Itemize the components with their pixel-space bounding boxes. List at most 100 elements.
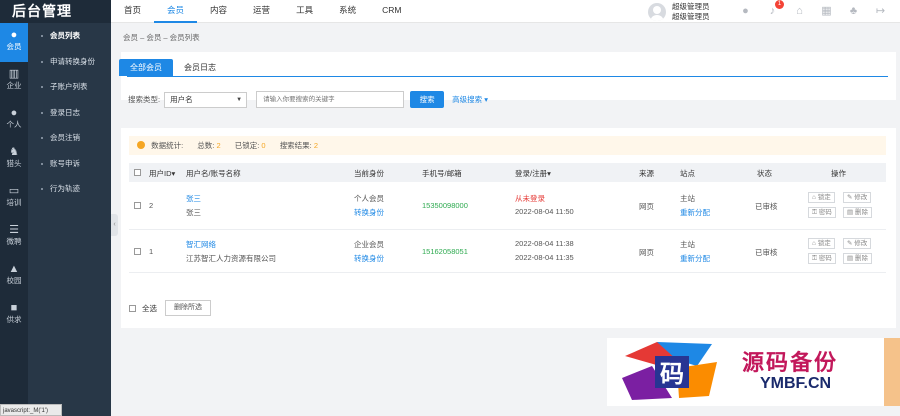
cell-identity: 个人会员 <box>354 194 384 203</box>
topnav-system[interactable]: 系统 <box>326 0 369 23</box>
table-row: 1 智汇网络 江苏智汇人力资源有限公司 企业会员 转换身份 1516205805… <box>129 230 886 273</box>
cell-status: 已审核 <box>755 248 778 257</box>
topnav-member[interactable]: 会员 <box>154 0 198 23</box>
graduation-icon: ▲ <box>8 263 20 275</box>
col-user-id-label: 用户ID <box>149 169 172 178</box>
search-type-select[interactable]: 用户名 ▼ <box>164 91 248 108</box>
edit-button[interactable]: ✎ 修改 <box>843 238 872 249</box>
tab-underline <box>127 76 888 77</box>
home-icon[interactable]: ⌂ <box>792 4 807 19</box>
cell-source: 网页 <box>639 202 654 211</box>
sort-icon: ▾ <box>171 169 176 178</box>
sidebar-item-wechat-hire[interactable]: ☰ 微聘 <box>0 218 28 257</box>
reassign-link[interactable]: 重新分配 <box>680 207 710 218</box>
lock-button[interactable]: ⌂ 锁定 <box>808 238 835 249</box>
cell-username-link[interactable]: 智汇网络 <box>186 239 216 250</box>
topnav-crm[interactable]: CRM <box>369 0 414 23</box>
col-username: 用户名/账号名称 <box>186 169 241 178</box>
user-names: 超级管理员 超级管理员 <box>672 2 710 22</box>
sidebar-item-supply[interactable]: ■ 供求 <box>0 296 28 335</box>
delete-selected-button[interactable]: 删除所选 <box>165 300 211 316</box>
subnav-behavior[interactable]: 行为轨迹 <box>28 176 111 202</box>
search-button[interactable]: 搜索 <box>410 91 445 108</box>
avatar[interactable] <box>648 3 666 21</box>
col-user-id[interactable]: 用户ID▾ <box>149 168 175 179</box>
select-all-checkbox[interactable] <box>129 304 136 312</box>
col-actions: 操作 <box>831 169 846 178</box>
select-all-checkbox-header[interactable] <box>134 169 141 176</box>
advanced-search-link[interactable]: 高级搜索 ▾ <box>452 94 488 105</box>
password-button[interactable]: ⚿ 密码 <box>808 207 836 218</box>
browser-status-bar: javascript:_M('1') <box>0 404 62 416</box>
lock-button[interactable]: ⌂ 锁定 <box>808 192 835 203</box>
topnav-operation[interactable]: 运营 <box>240 0 283 23</box>
col-login-label: 登录/注册 <box>515 169 548 178</box>
topnav-tools[interactable]: 工具 <box>283 0 326 23</box>
sidebar-item-member[interactable]: ● 会员 <box>0 23 28 62</box>
switch-identity-link[interactable]: 转换身份 <box>354 207 384 218</box>
search-row: 搜索类型: 用户名 ▼ 搜索 高级搜索 ▾ <box>128 91 488 108</box>
breadcrumb: 会员 – 会员 – 会员列表 <box>123 33 200 42</box>
tool-icon[interactable]: ♣ <box>846 4 861 19</box>
subnav-member-list[interactable]: 会员列表 <box>28 23 111 49</box>
topnav-home[interactable]: 首页 <box>111 0 154 23</box>
brand-title: 后台管理 <box>0 0 111 23</box>
sidebar-item-person[interactable]: ● 个人 <box>0 101 28 140</box>
stats-total-label: 总数: <box>197 141 215 150</box>
search-input[interactable] <box>256 91 405 108</box>
subnav-login-log[interactable]: 登录日志 <box>28 100 111 126</box>
stats-bar: 数据统计: 总数: 2 已锁定: 0 搜索结果: 2 <box>129 136 886 155</box>
watermark-url: YMBF.CN <box>760 375 832 392</box>
switch-identity-link[interactable]: 转换身份 <box>354 253 384 264</box>
tab-all-members[interactable]: 全部会员 <box>119 59 173 76</box>
sidebar-item-headhunter[interactable]: ♞ 猎头 <box>0 140 28 179</box>
reassign-link[interactable]: 重新分配 <box>680 253 710 264</box>
col-login[interactable]: 登录/注册▾ <box>515 168 551 179</box>
stack-icon: ☰ <box>9 224 19 236</box>
sidebar-item-label: 供求 <box>6 315 22 324</box>
cell-login: 2022-08-04 11:38 <box>515 239 574 248</box>
stats-label: 数据统计: <box>151 141 184 150</box>
subnav-appeal[interactable]: 账号申诉 <box>28 151 111 177</box>
tab-member-log[interactable]: 会员日志 <box>173 59 227 76</box>
delete-button[interactable]: ▤ 删除 <box>843 253 872 264</box>
row-checkbox[interactable] <box>134 202 141 209</box>
headhunter-icon: ♞ <box>9 146 19 158</box>
sidebar-item-label: 企业 <box>6 81 22 90</box>
subnav-sub-accounts[interactable]: 子账户列表 <box>28 74 111 100</box>
cell-site: 主站 <box>680 240 695 249</box>
table-footer: 全选 删除所选 <box>129 300 211 316</box>
trash-icon: ▤ <box>847 255 854 262</box>
user-menu[interactable]: 超级管理员 超级管理员 <box>648 2 710 22</box>
pencil-icon: ✎ <box>847 240 853 247</box>
table-row: 2 张三 张三 个人会员 转换身份 15350098000 从未登录 2022-… <box>129 182 886 230</box>
sidebar-item-company[interactable]: ▥ 企业 <box>0 62 28 101</box>
search-type-label: 搜索类型: <box>128 95 161 104</box>
user-name-line2: 超级管理员 <box>672 12 710 21</box>
icon-sidebar: ● 会员 ▥ 企业 ● 个人 ♞ 猎头 ▭ 培训 ☰ 微聘 ▲ 校园 ■ 供求 <box>0 23 28 416</box>
delete-button[interactable]: ▤ 删除 <box>843 207 872 218</box>
logout-icon[interactable]: ↦ <box>873 4 888 19</box>
bell-icon[interactable]: ♪ 1 <box>765 0 784 19</box>
pie-chart-icon <box>137 141 145 149</box>
chevron-down-icon: ▼ <box>236 96 243 103</box>
edit-label: 修改 <box>854 194 868 201</box>
password-button[interactable]: ⚿ 密码 <box>808 253 836 264</box>
row-checkbox[interactable] <box>134 248 141 255</box>
subnav-apply-switch[interactable]: 申请转换身份 <box>28 49 111 75</box>
person-icon: ● <box>10 107 18 119</box>
key-icon: ⚿ <box>812 255 817 262</box>
message-icon[interactable]: ● <box>738 4 753 19</box>
cell-user-id: 2 <box>149 201 154 210</box>
sidebar-item-campus[interactable]: ▲ 校园 <box>0 257 28 296</box>
topnav-content[interactable]: 内容 <box>197 0 240 23</box>
grid-icon[interactable]: ▦ <box>819 4 834 19</box>
edit-label: 修改 <box>854 240 868 247</box>
cell-username-link[interactable]: 张三 <box>186 193 201 204</box>
sidebar-item-training[interactable]: ▭ 培训 <box>0 179 28 218</box>
watermark-edge <box>884 338 900 406</box>
subnav-member-cancel[interactable]: 会员注销 <box>28 125 111 151</box>
cell-source: 网页 <box>639 248 654 257</box>
edit-button[interactable]: ✎ 修改 <box>843 192 872 203</box>
search-type-value: 用户名 <box>170 94 193 104</box>
